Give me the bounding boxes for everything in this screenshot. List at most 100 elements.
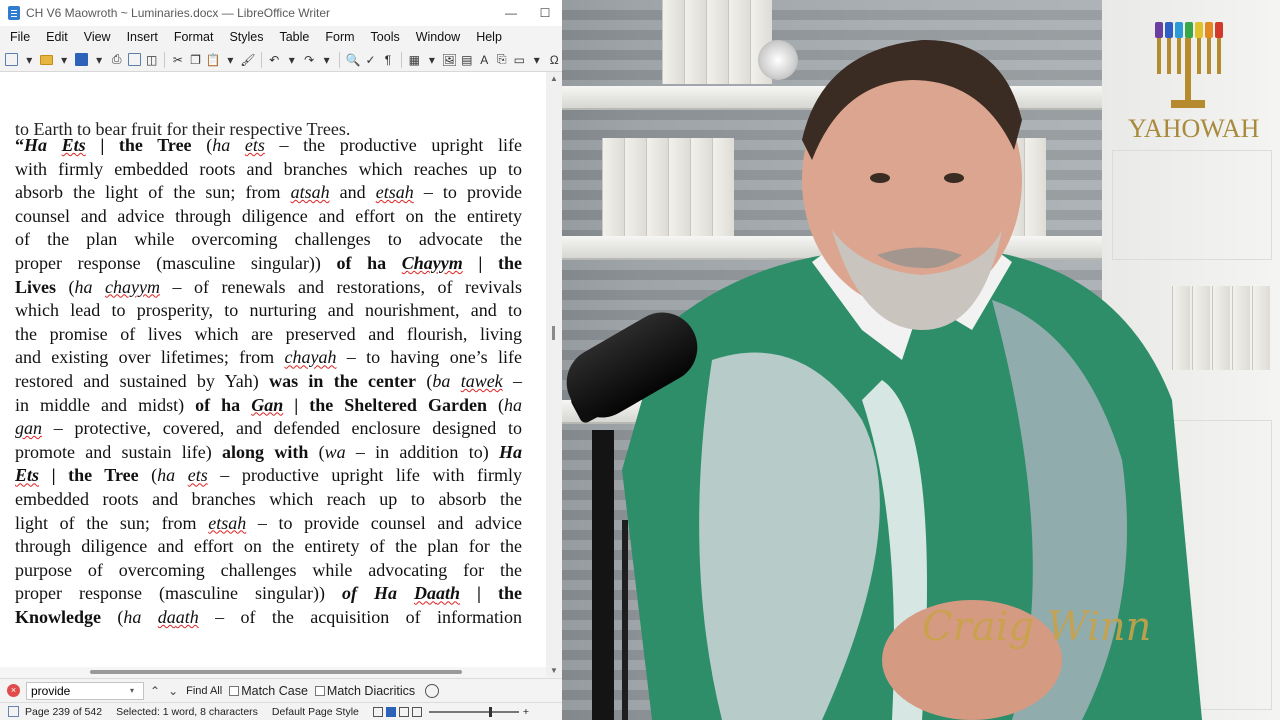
- toolbar-separator: [400, 51, 402, 68]
- vertical-scrollbar[interactable]: ▲ ▼: [546, 72, 562, 677]
- selection-count: Selected: 1 word, 8 characters: [116, 705, 258, 718]
- document-line: Ets | the Tree (ha ets – productive upri…: [15, 464, 522, 488]
- find-replace-dialog-icon[interactable]: [425, 683, 440, 698]
- multi-page-view-icon[interactable]: [398, 706, 409, 717]
- menu-table[interactable]: Table: [271, 28, 317, 46]
- find-history-dropdown-icon[interactable]: ▾: [130, 686, 138, 695]
- spelling-icon[interactable]: ✓: [363, 51, 378, 69]
- maximize-button[interactable]: ☐: [528, 6, 562, 20]
- menu-styles[interactable]: Styles: [221, 28, 271, 46]
- text-run: of the plan while overcoming challenges …: [15, 229, 522, 250]
- find-all-button[interactable]: Find All: [186, 685, 222, 697]
- text-run: of ha: [336, 252, 402, 273]
- text-run: which lead to prosperity, to nurturing a…: [15, 300, 522, 321]
- paste-icon[interactable]: 📋: [205, 51, 220, 69]
- insert-page-break-icon[interactable]: ⎘: [494, 51, 509, 69]
- zoom-slider[interactable]: [428, 706, 519, 717]
- insert-table-icon[interactable]: ▦: [407, 51, 422, 69]
- undo-icon[interactable]: ↶: [267, 51, 282, 69]
- document-line: which lead to prosperity, to nurturing a…: [15, 299, 522, 323]
- cut-icon[interactable]: ✂: [170, 51, 185, 69]
- toolbar-separator: [260, 51, 262, 68]
- single-page-view-icon[interactable]: [385, 706, 396, 717]
- insert-image-icon[interactable]: 🖼: [442, 51, 457, 69]
- text-run: proper response (masculine singular)): [15, 583, 342, 604]
- new-document-icon[interactable]: [4, 51, 19, 69]
- text-run: and: [329, 182, 376, 203]
- text-run: | the: [460, 583, 522, 604]
- menu-form[interactable]: Form: [317, 28, 362, 46]
- match-case-checkbox[interactable]: [229, 685, 240, 696]
- save-icon[interactable]: [74, 51, 89, 69]
- document-status-icon: [8, 706, 19, 717]
- find-input[interactable]: [26, 681, 144, 700]
- menu-edit[interactable]: Edit: [38, 28, 76, 46]
- zoom-slider-knob[interactable]: [488, 706, 492, 717]
- menu-tools[interactable]: Tools: [363, 28, 408, 46]
- paste-dropdown-icon[interactable]: ▾: [223, 51, 238, 69]
- table-dropdown-icon[interactable]: ▾: [424, 51, 439, 69]
- menu-insert[interactable]: Insert: [119, 28, 166, 46]
- insert-textbox-icon[interactable]: A: [477, 51, 492, 69]
- clone-formatting-icon[interactable]: 🖌: [240, 51, 255, 69]
- page-count[interactable]: Page 239 of 542: [25, 706, 102, 718]
- horizontal-scroll-thumb[interactable]: [90, 670, 462, 674]
- copy-icon[interactable]: ❐: [188, 51, 203, 69]
- menu-format[interactable]: Format: [166, 28, 222, 46]
- undo-dropdown-icon[interactable]: ▾: [284, 51, 299, 69]
- toolbar-separator: [164, 51, 166, 68]
- formatting-marks-icon[interactable]: ¶: [380, 51, 395, 69]
- menu-file[interactable]: File: [2, 28, 38, 46]
- clipped-line: to Earth to bear fruit for their respect…: [15, 119, 351, 139]
- print-icon[interactable]: ⎙: [109, 51, 124, 69]
- close-find-icon[interactable]: ×: [7, 684, 20, 697]
- text-run: ath: [175, 606, 199, 627]
- horizontal-scrollbar[interactable]: [0, 667, 546, 677]
- text-run: ha: [504, 394, 522, 415]
- field-dropdown-icon[interactable]: ▾: [529, 51, 544, 69]
- document-line: the promise of lives which are preserved…: [15, 323, 522, 347]
- text-run: (: [486, 394, 504, 415]
- text-run: ba: [432, 370, 461, 391]
- open-dropdown-icon[interactable]: ▾: [56, 51, 71, 69]
- menu-window[interactable]: Window: [408, 28, 468, 46]
- book-view-icon[interactable]: [411, 706, 422, 717]
- open-folder-icon[interactable]: [39, 51, 54, 69]
- redo-dropdown-icon[interactable]: ▾: [319, 51, 334, 69]
- insert-chart-icon[interactable]: ▤: [459, 51, 474, 69]
- redo-icon[interactable]: ↷: [301, 51, 316, 69]
- print-preview-icon[interactable]: ◫: [144, 51, 159, 69]
- find-replace-icon[interactable]: 🔍: [345, 51, 361, 69]
- match-diacritics-checkbox[interactable]: [314, 685, 325, 696]
- menu-view[interactable]: View: [76, 28, 119, 46]
- scroll-thumb[interactable]: [552, 326, 555, 340]
- toolbar-separator: [339, 51, 341, 68]
- text-run: | the Sheltered Garden: [283, 394, 487, 415]
- document-line: and existing over lifetimes; from chayah…: [15, 346, 522, 370]
- match-case-label: Match Case: [241, 683, 308, 698]
- text-run: promote and sustain life): [15, 441, 223, 462]
- text-run: through diligence and effort on the enti…: [15, 536, 522, 557]
- new-dropdown-icon[interactable]: ▾: [21, 51, 36, 69]
- find-next-icon[interactable]: ⌄: [168, 684, 178, 698]
- document-canvas[interactable]: to Earth to bear fruit for their respect…: [0, 72, 562, 677]
- export-pdf-icon[interactable]: [126, 51, 141, 69]
- find-previous-icon[interactable]: ⌃: [150, 684, 160, 698]
- text-run: – to provide counsel and advice: [246, 512, 522, 533]
- special-character-icon[interactable]: Ω: [546, 51, 561, 69]
- menu-help[interactable]: Help: [468, 28, 510, 46]
- zoom-in-button[interactable]: +: [523, 706, 529, 718]
- page-style[interactable]: Default Page Style: [272, 706, 359, 718]
- document-page-text[interactable]: to Earth to bear fruit for their respect…: [15, 119, 522, 629]
- text-run: in middle and midst): [15, 394, 196, 415]
- scroll-up-icon[interactable]: ▲: [550, 74, 558, 83]
- text-run: of Ha: [341, 583, 414, 604]
- selection-mode-icon[interactable]: [372, 706, 383, 717]
- text-run: – to having one’s life: [336, 347, 522, 368]
- scroll-down-icon[interactable]: ▼: [550, 666, 558, 675]
- text-run: chayym: [105, 276, 161, 297]
- text-run: – protective, covered, and defended encl…: [42, 418, 522, 439]
- minimize-button[interactable]: —: [494, 6, 528, 20]
- insert-field-icon[interactable]: ▭: [512, 51, 527, 69]
- save-dropdown-icon[interactable]: ▾: [91, 51, 106, 69]
